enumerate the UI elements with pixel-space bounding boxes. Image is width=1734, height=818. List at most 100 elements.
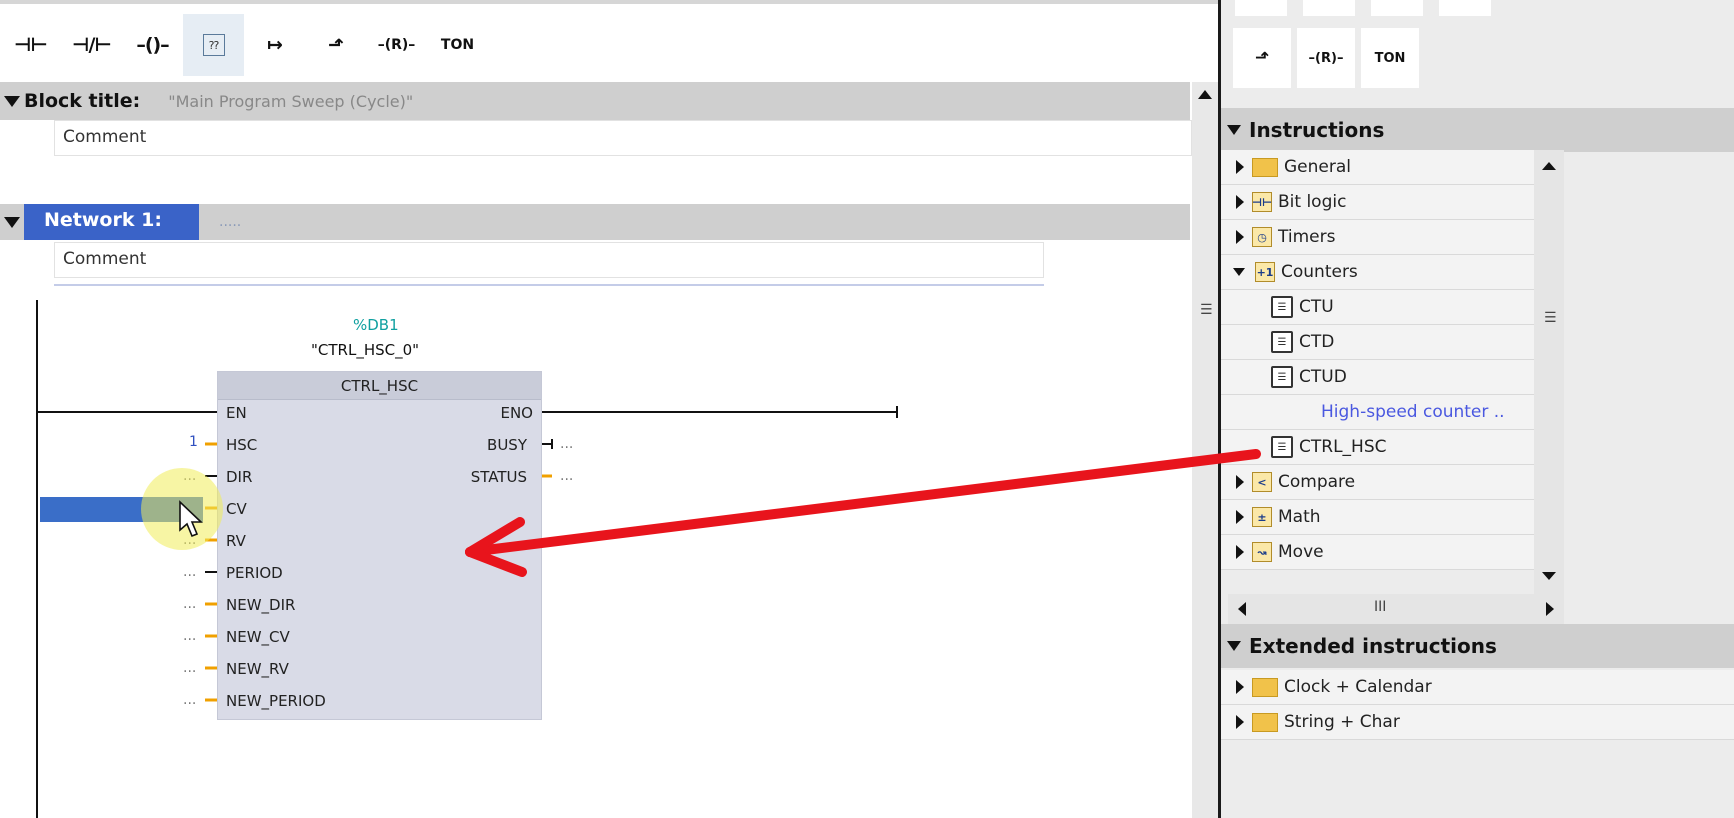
tree-item-move[interactable]: ↝ Move [1221,535,1537,570]
pin-new-rv[interactable]: NEW_RV [226,660,289,678]
compare-icon: < [1252,472,1272,492]
tree-item-label: Counters [1281,262,1358,282]
pin-period[interactable]: PERIOD [226,564,283,582]
expand-arrow-icon[interactable] [1236,545,1244,559]
tile-stub[interactable] [1439,0,1491,16]
folder-icon [1252,677,1278,697]
collapse-triangle-icon[interactable] [1233,268,1245,276]
status-operand[interactable]: ... [560,468,573,484]
tree-item-bit-logic[interactable]: ⊣⊢ Bit logic [1221,185,1537,220]
editor-vertical-scrollbar[interactable]: ☰ [1192,82,1218,818]
tile-stub[interactable] [1303,0,1355,16]
expand-arrow-icon[interactable] [1236,680,1244,694]
pin-status[interactable]: STATUS [471,468,527,486]
tree-item-label: CTD [1299,332,1335,352]
pin-en[interactable]: EN [226,404,247,422]
instructions-vertical-scrollbar[interactable]: ☰ [1534,150,1564,594]
tree-item-label[interactable]: High-speed counter .. [1321,402,1505,422]
expand-arrow-icon[interactable] [1236,475,1244,489]
new-period-operand[interactable]: ... [183,692,196,708]
expand-arrow-icon[interactable] [1236,230,1244,244]
expand-arrow-icon[interactable] [1236,715,1244,729]
mouse-pointer-icon [179,500,203,538]
scroll-grip-icon[interactable]: ☰ [1200,302,1213,318]
pin-new-period[interactable]: NEW_PERIOD [226,692,326,710]
instructions-section-header[interactable]: Instructions [1221,108,1734,152]
tree-item-compare[interactable]: < Compare [1221,465,1537,500]
extended-instructions-section-header[interactable]: Extended instructions [1221,624,1734,668]
hsc-operand[interactable]: 1 [189,434,198,450]
tree-item-timers[interactable]: ◷ Timers [1221,220,1537,255]
pin-dir[interactable]: DIR [226,468,252,486]
tree-item-ctud[interactable]: ☰ CTUD [1221,360,1537,395]
tree-item-string-char[interactable]: String + Char [1221,705,1734,740]
panel-top-tiles [1235,0,1491,16]
tree-item-label: Move [1278,542,1324,562]
tree-item-label: CTRL_HSC [1299,437,1387,457]
collapse-triangle-icon[interactable] [1227,125,1241,135]
scroll-left-arrow-icon[interactable] [1238,602,1246,616]
pin-rv[interactable]: RV [226,532,246,550]
tree-item-clock-calendar[interactable]: Clock + Calendar [1221,670,1734,705]
scroll-down-arrow-icon[interactable] [1542,572,1556,580]
folder-icon [1252,157,1278,177]
tree-item-ctu[interactable]: ☰ CTU [1221,290,1537,325]
new-dir-operand[interactable]: ... [183,596,196,612]
function-block-icon: ☰ [1271,436,1293,458]
extended-instructions-title: Extended instructions [1249,634,1497,658]
favorites-toolbar: ⬏ –(R)– TON [1233,28,1419,88]
function-block-type: CTRL_HSC [218,372,541,400]
task-card-instructions: ⬏ –(R)– TON Instructions General ⊣⊢ Bit … [1218,0,1734,818]
tree-item-counters[interactable]: +1 Counters [1221,255,1537,290]
counters-icon: +1 [1255,262,1275,282]
pin-new-cv[interactable]: NEW_CV [226,628,290,646]
scroll-right-arrow-icon[interactable] [1546,602,1554,616]
tree-item-math[interactable]: ± Math [1221,500,1537,535]
pin-eno[interactable]: ENO [500,404,533,422]
close-branch-favorite-button[interactable]: ⬏ [1233,28,1291,88]
instructions-title: Instructions [1249,118,1385,142]
function-block-icon: ☰ [1271,366,1293,388]
function-block-icon: ☰ [1271,331,1293,353]
pin-cv[interactable]: CV [226,500,247,518]
scroll-up-arrow-icon[interactable] [1542,162,1556,170]
tile-stub[interactable] [1371,0,1423,16]
pin-new-dir[interactable]: NEW_DIR [226,596,295,614]
new-cv-operand[interactable]: ... [183,628,196,644]
tree-item-label: Math [1278,507,1321,527]
new-rv-operand[interactable]: ... [183,660,196,676]
tile-stub[interactable] [1235,0,1287,16]
scroll-up-arrow-icon[interactable] [1198,90,1212,99]
pin-hsc[interactable]: HSC [226,436,257,454]
pin-busy[interactable]: BUSY [487,436,527,454]
function-block-icon: ☰ [1271,296,1293,318]
tree-item-ctd[interactable]: ☰ CTD [1221,325,1537,360]
ctrl-hsc-function-block[interactable]: CTRL_HSC EN HSC DIR CV RV PERIOD NEW_DIR… [217,371,542,720]
tree-item-label: Compare [1278,472,1356,492]
expand-arrow-icon[interactable] [1236,510,1244,524]
expand-arrow-icon[interactable] [1236,195,1244,209]
bit-logic-icon: ⊣⊢ [1252,192,1272,212]
tree-item-label: Timers [1278,227,1336,247]
tree-item-label: General [1284,157,1351,177]
reset-coil-favorite-button[interactable]: –(R)– [1297,28,1355,88]
scroll-grip-icon[interactable]: ☰ [1544,310,1557,326]
collapse-triangle-icon[interactable] [1227,641,1241,651]
period-operand[interactable]: ... [183,564,196,580]
instructions-horizontal-scrollbar[interactable]: III [1228,594,1564,624]
tree-item-label: Clock + Calendar [1284,677,1432,697]
folder-icon [1252,712,1278,732]
instance-db-number[interactable]: %DB1 [353,316,399,334]
tree-item-label: CTU [1299,297,1334,317]
instance-db-name[interactable]: "CTRL_HSC_0" [311,341,419,359]
busy-operand[interactable]: ... [560,436,573,452]
move-icon: ↝ [1252,542,1272,562]
math-icon: ± [1252,507,1272,527]
expand-arrow-icon[interactable] [1236,160,1244,174]
scroll-grip-icon[interactable]: III [1374,599,1386,615]
program-editor: ⊣⊢ ⊣/⊢ –()– ?? ↦ ⬏ –(R)– TON Block title… [0,0,1218,818]
ton-favorite-button[interactable]: TON [1361,28,1419,88]
tree-item-general[interactable]: General [1221,150,1537,185]
tree-item-ctrl-hsc[interactable]: ☰ CTRL_HSC [1221,430,1537,465]
tree-item-high-speed-counter[interactable]: High-speed counter .. [1221,395,1537,430]
